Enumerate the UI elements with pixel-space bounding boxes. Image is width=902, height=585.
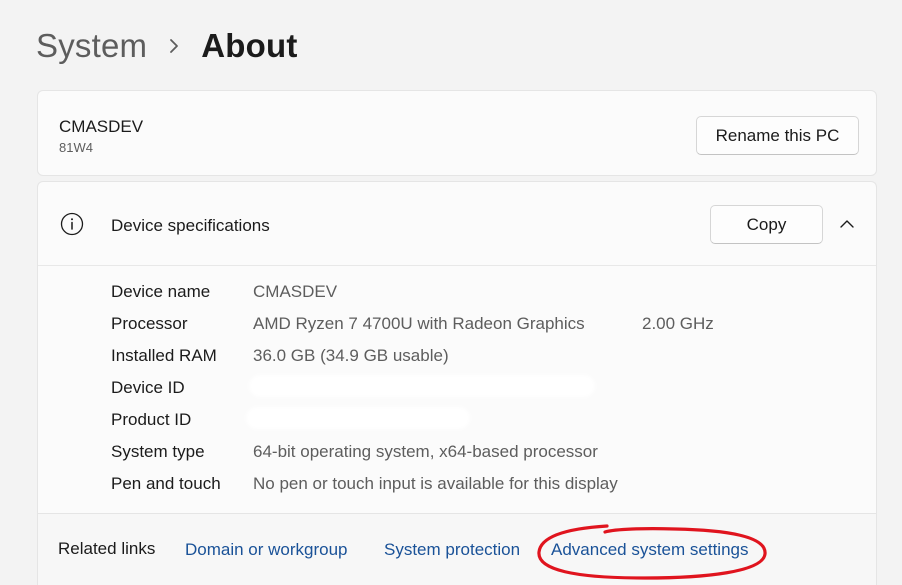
spec-label: Installed RAM bbox=[111, 346, 217, 365]
breadcrumb-system[interactable]: System bbox=[36, 27, 147, 65]
redaction-mark bbox=[249, 375, 595, 397]
device-specifications-card: Device specifications Copy Device name C… bbox=[37, 181, 877, 585]
device-specifications-header[interactable]: Device specifications Copy bbox=[38, 182, 876, 266]
pc-name: CMASDEV bbox=[59, 117, 144, 136]
related-links-title: Related links bbox=[58, 539, 156, 558]
chevron-right-icon bbox=[147, 37, 201, 55]
domain-or-workgroup-link[interactable]: Domain or workgroup bbox=[185, 540, 348, 560]
spec-label: Pen and touch bbox=[111, 474, 221, 493]
pc-name-card: CMASDEV 81W4 Rename this PC bbox=[37, 90, 877, 176]
system-protection-link[interactable]: System protection bbox=[384, 540, 520, 560]
processor-speed: 2.00 GHz bbox=[642, 314, 714, 333]
related-links-bar: Related links Domain or workgroup System… bbox=[38, 513, 876, 585]
chevron-up-icon[interactable] bbox=[837, 216, 857, 232]
redaction-mark bbox=[246, 407, 470, 429]
spec-value: No pen or touch input is available for t… bbox=[253, 474, 618, 493]
spec-value: 64-bit operating system, x64-based proce… bbox=[253, 442, 598, 461]
pc-model: 81W4 bbox=[59, 140, 93, 155]
page-title: About bbox=[201, 27, 298, 64]
spec-label: Product ID bbox=[111, 410, 192, 429]
spec-value: CMASDEV bbox=[253, 282, 338, 301]
rename-pc-button[interactable]: Rename this PC bbox=[696, 116, 859, 155]
spec-label: System type bbox=[111, 442, 205, 461]
spec-label: Device ID bbox=[111, 378, 185, 397]
spec-label: Device name bbox=[111, 282, 211, 301]
settings-about-page: System About CMASDEV 81W4 Rename this PC… bbox=[0, 0, 902, 585]
spec-value: 36.0 GB (34.9 GB usable) bbox=[253, 346, 449, 365]
breadcrumb: System About bbox=[36, 22, 298, 70]
spec-value: AMD Ryzen 7 4700U with Radeon Graphics bbox=[253, 314, 585, 333]
spec-label: Processor bbox=[111, 314, 188, 333]
info-icon bbox=[60, 212, 84, 236]
copy-button[interactable]: Copy bbox=[710, 205, 823, 244]
advanced-system-settings-link[interactable]: Advanced system settings bbox=[551, 540, 748, 560]
device-specifications-title: Device specifications bbox=[111, 216, 270, 235]
